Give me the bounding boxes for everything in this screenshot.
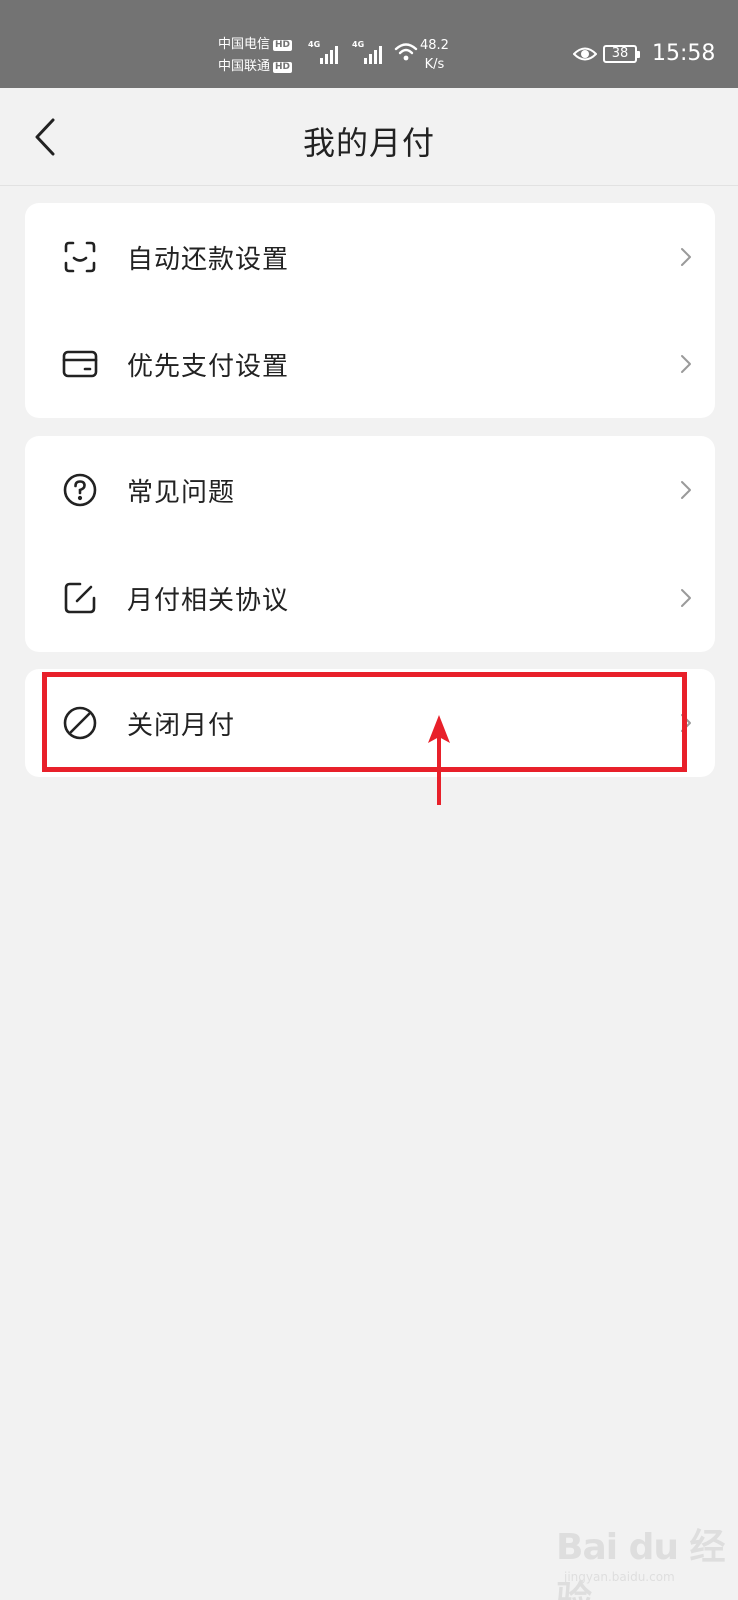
status-bar: 中国电信 HD 中国联通 HD 4G 4G 48.2 K/s 38 15:58 bbox=[0, 0, 738, 88]
clock: 15:58 bbox=[652, 41, 716, 66]
menu-item-priority-payment[interactable]: 优先支付设置 bbox=[25, 310, 715, 418]
menu-item-auto-repay[interactable]: 自动还款设置 bbox=[25, 203, 715, 311]
highlight-box bbox=[42, 672, 687, 772]
carrier-info: 中国电信 HD 中国联通 HD bbox=[218, 34, 293, 78]
watermark-logo: Bai du 经验 bbox=[556, 1527, 726, 1600]
hd-badge: HD bbox=[273, 39, 293, 51]
menu-item-agreements[interactable]: 月付相关协议 bbox=[25, 544, 715, 652]
chevron-right-icon bbox=[681, 481, 691, 499]
help-card: 常见问题 月付相关协议 bbox=[25, 436, 715, 652]
watermark-url: jingyan.baidu.com bbox=[564, 1570, 675, 1584]
signal-strength-icon: 4G bbox=[352, 40, 382, 64]
network-type-label: 4G bbox=[308, 40, 321, 49]
card-icon bbox=[62, 346, 98, 382]
wifi-icon bbox=[394, 43, 418, 61]
signal-strength-icon: 4G bbox=[308, 40, 338, 64]
baidu-jingyan-watermark: Bai du 经验 jingyan.baidu.com bbox=[556, 1518, 726, 1600]
arrow-up-icon bbox=[428, 715, 450, 805]
chevron-right-icon bbox=[681, 355, 691, 373]
menu-item-label: 常见问题 bbox=[127, 477, 236, 508]
nav-bar: 我的月付 bbox=[0, 88, 738, 186]
signal-indicators: 4G 4G bbox=[308, 40, 382, 64]
carrier-1-label: 中国电信 bbox=[218, 37, 271, 52]
menu-item-label: 月付相关协议 bbox=[127, 585, 290, 616]
hd-badge: HD bbox=[273, 61, 293, 73]
menu-item-faq[interactable]: 常见问题 bbox=[25, 436, 715, 544]
scan-face-icon bbox=[62, 239, 98, 275]
network-type-label: 4G bbox=[352, 40, 365, 49]
battery-icon: 38 bbox=[603, 45, 640, 63]
menu-item-label: 优先支付设置 bbox=[127, 351, 290, 382]
chevron-right-icon bbox=[681, 589, 691, 607]
settings-card: 自动还款设置 优先支付设置 bbox=[25, 203, 715, 418]
eye-icon bbox=[573, 47, 597, 61]
menu-item-label: 自动还款设置 bbox=[127, 244, 290, 275]
page-title: 我的月付 bbox=[302, 124, 435, 162]
carrier-2-label: 中国联通 bbox=[218, 59, 271, 74]
speed-unit: K/s bbox=[424, 57, 445, 72]
chevron-right-icon bbox=[681, 248, 691, 266]
question-circle-icon bbox=[62, 472, 98, 508]
network-speed: 48.2 K/s bbox=[420, 36, 449, 74]
edit-square-icon bbox=[62, 580, 98, 616]
speed-value: 48.2 bbox=[420, 38, 449, 53]
